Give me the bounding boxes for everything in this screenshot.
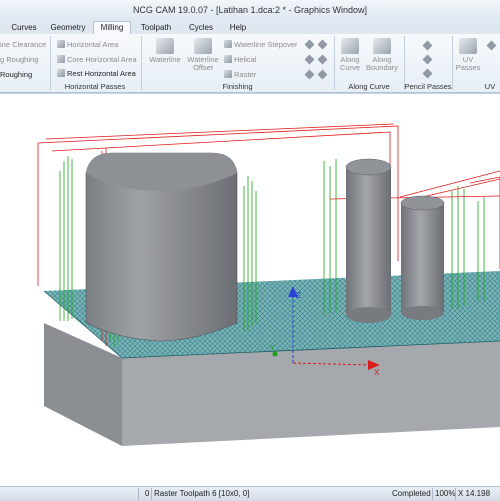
group-label-along-curve: Along Curve xyxy=(348,82,390,91)
ribbon-item-helical[interactable]: Helical xyxy=(224,55,257,64)
tab-help[interactable]: Help xyxy=(224,22,252,34)
tab-curves[interactable]: Curves xyxy=(4,22,44,34)
along-curve-icon xyxy=(341,38,359,54)
pencil-pass-icon[interactable] xyxy=(422,68,433,79)
waterline-icon xyxy=(156,38,174,54)
status-divider xyxy=(151,488,152,500)
diamond-icon[interactable] xyxy=(304,39,315,50)
ribbon-item-line-clearance[interactable]: ine Clearance xyxy=(0,40,46,49)
uv-passes-icon xyxy=(459,38,477,54)
graphics-window[interactable]: Z X Y xyxy=(0,93,500,487)
cylinder-small xyxy=(400,195,445,320)
helical-label: Helical xyxy=(234,55,257,64)
status-bar: 0 Raster Toolpath 6 [10x0, 0] Completed … xyxy=(0,486,500,501)
svg-text:Y: Y xyxy=(270,345,275,352)
horizontal-area-label: Horizontal Area xyxy=(67,40,119,49)
status-count: 0 xyxy=(145,489,150,498)
along-curve-label: Along Curve xyxy=(339,55,360,72)
diamond-icon[interactable] xyxy=(317,69,328,80)
ribbon-item-raster[interactable]: Raster xyxy=(224,70,256,79)
status-zoom: 100% xyxy=(435,489,456,498)
core-horizontal-area-icon xyxy=(57,55,65,63)
status-divider xyxy=(138,488,139,500)
waterline-button[interactable]: Waterline xyxy=(146,38,184,64)
along-boundary-icon xyxy=(373,38,391,54)
diamond-icon[interactable] xyxy=(486,40,497,51)
status-coordinate: X 14.198 xyxy=(458,489,491,498)
diamond-icon[interactable] xyxy=(317,54,328,65)
ribbon-item-core-horizontal-area[interactable]: Core Horizontal Area xyxy=(57,55,137,64)
diamond-icon[interactable] xyxy=(304,54,315,65)
model-view[interactable]: Z X Y xyxy=(0,94,500,487)
waterline-stepover-label: Waterline Stepover xyxy=(234,40,298,49)
core-horizontal-area-label: Core Horizontal Area xyxy=(67,55,137,64)
ribbon-item-rest-horizontal-area[interactable]: Rest Horizontal Area xyxy=(57,69,136,78)
tab-toolpath[interactable]: Toolpath xyxy=(136,22,176,34)
base-front-face xyxy=(122,341,500,446)
tab-geometry[interactable]: Geometry xyxy=(46,22,90,34)
ribbon: ine Clearance g Roughing Roughing Horizo… xyxy=(0,34,500,93)
group-label-pencil-passes: Pencil Passes xyxy=(404,82,452,91)
rest-horizontal-area-label: Rest Horizontal Area xyxy=(67,69,136,78)
raster-icon xyxy=(224,70,232,78)
group-separator xyxy=(452,36,453,90)
ribbon-item-waterline-stepover[interactable]: Waterline Stepover xyxy=(224,40,298,49)
svg-text:X: X xyxy=(374,368,380,377)
tab-cycles[interactable]: Cycles xyxy=(184,22,218,34)
ribbon-tabs: Curves Geometry Milling Toolpath Cycles … xyxy=(0,20,500,35)
group-label-horizontal-passes: Horizontal Passes xyxy=(64,82,126,91)
ribbon-item-horizontal-area[interactable]: Horizontal Area xyxy=(57,40,118,49)
window-title: NCG CAM 19.0.07 - [Latihan 1.dca:2 * - G… xyxy=(132,5,368,15)
waterline-offset-icon xyxy=(194,38,212,54)
along-boundary-button[interactable]: Along Boundary xyxy=(364,38,400,72)
waterline-stepover-icon xyxy=(224,40,232,48)
group-label-finishing: Finishing xyxy=(222,82,253,91)
diamond-icon[interactable] xyxy=(304,69,315,80)
helical-icon xyxy=(224,55,232,63)
tab-milling[interactable]: Milling xyxy=(93,21,131,35)
cylinder-large xyxy=(345,158,392,323)
svg-text:Z: Z xyxy=(296,291,301,300)
waterline-offset-label: Waterline Offset xyxy=(187,55,219,72)
pencil-pass-icon[interactable] xyxy=(422,54,433,65)
uv-passes-label: UV Passes xyxy=(455,55,481,72)
uv-passes-button[interactable]: UV Passes xyxy=(454,38,482,72)
ribbon-item-roughing-partial[interactable]: g Roughing xyxy=(0,55,38,64)
status-divider xyxy=(455,488,456,500)
status-divider xyxy=(432,488,433,500)
along-curve-button[interactable]: Along Curve xyxy=(336,38,364,72)
status-state: Completed xyxy=(392,489,431,498)
group-label-uv: UV xyxy=(484,82,496,91)
status-toolpath: Raster Toolpath 6 [10x0, 0] xyxy=(154,489,250,498)
raster-label: Raster xyxy=(234,70,257,79)
pencil-pass-icon[interactable] xyxy=(422,40,433,51)
horizontal-area-icon xyxy=(57,40,65,48)
waterline-offset-button[interactable]: Waterline Offset xyxy=(184,38,222,72)
along-boundary-label: Along Boundary xyxy=(365,55,399,72)
rest-horizontal-area-icon xyxy=(57,69,65,77)
waterline-label: Waterline xyxy=(149,55,181,64)
title-bar: NCG CAM 19.0.07 - [Latihan 1.dca:2 * - G… xyxy=(0,0,500,20)
ribbon-item-roughing[interactable]: Roughing xyxy=(0,70,32,79)
diamond-icon[interactable] xyxy=(317,39,328,50)
